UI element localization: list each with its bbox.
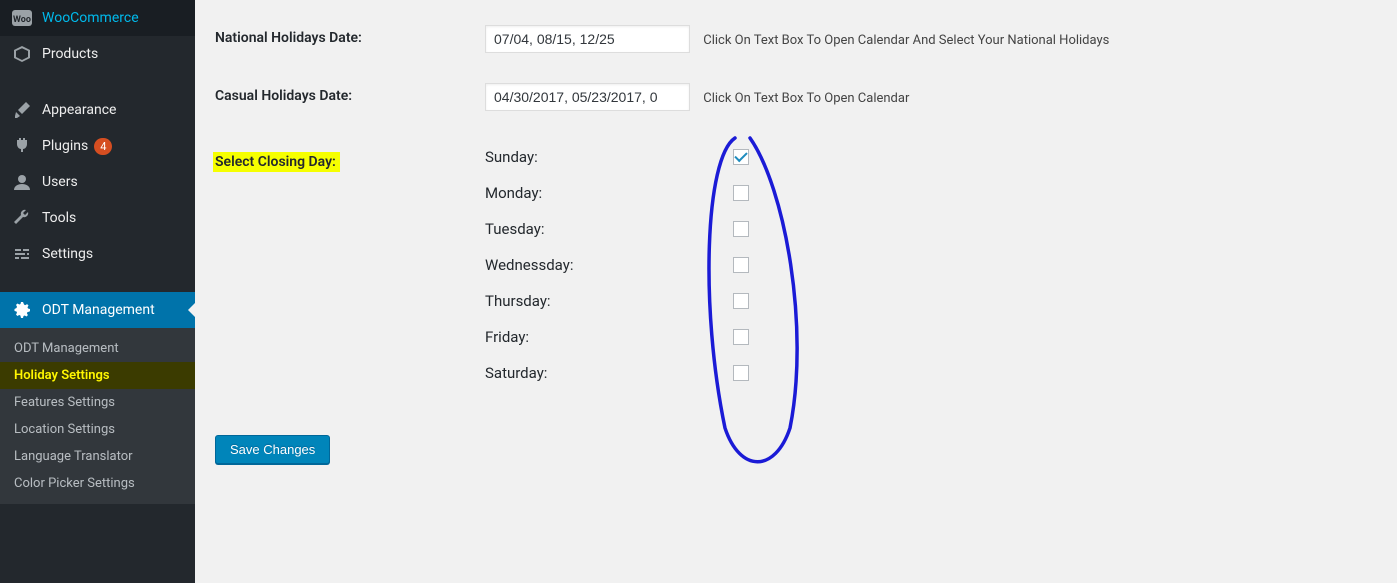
menu-label: Users [42, 174, 78, 190]
closing-day-label: Select Closing Day: [213, 152, 340, 172]
national-holidays-input[interactable] [485, 25, 690, 53]
sliders-icon [12, 244, 32, 264]
sidebar-item-products[interactable]: Products [0, 36, 195, 72]
national-holidays-hint: Click On Text Box To Open Calendar And S… [703, 33, 1109, 48]
plugin-update-badge: 4 [94, 138, 112, 155]
casual-holidays-hint: Click On Text Box To Open Calendar [703, 91, 909, 106]
day-saturday-checkbox[interactable] [733, 365, 749, 381]
sidebar-item-users[interactable]: Users [0, 164, 195, 200]
submenu-odt-management[interactable]: ODT Management [0, 335, 195, 362]
day-wednesday-checkbox[interactable] [733, 257, 749, 273]
svg-text:Woo: Woo [13, 15, 31, 25]
day-monday-label: Monday: [485, 184, 733, 202]
day-thursday-checkbox[interactable] [733, 293, 749, 309]
menu-label: Appearance [42, 102, 116, 118]
national-holidays-label: National Holidays Date: [215, 30, 362, 46]
gear-icon [12, 300, 32, 320]
submenu-language-translator[interactable]: Language Translator [0, 443, 195, 470]
sidebar-item-settings[interactable]: Settings [0, 236, 195, 272]
sidebar-item-plugins[interactable]: Plugins 4 [0, 128, 195, 164]
box-icon [12, 44, 32, 64]
sidebar-item-woocommerce[interactable]: Woo WooCommerce [0, 0, 195, 36]
casual-holidays-label: Casual Holidays Date: [215, 88, 352, 104]
submenu-location-settings[interactable]: Location Settings [0, 416, 195, 443]
sidebar-item-tools[interactable]: Tools [0, 200, 195, 236]
menu-label: ODT Management [42, 302, 155, 318]
day-tuesday-checkbox[interactable] [733, 221, 749, 237]
admin-sidebar: Woo WooCommerce Products Appearance Plug… [0, 0, 195, 583]
odt-submenu: ODT Management Holiday Settings Features… [0, 328, 195, 504]
day-friday-label: Friday: [485, 328, 733, 346]
day-saturday-label: Saturday: [485, 364, 733, 382]
save-button[interactable]: Save Changes [215, 435, 330, 464]
casual-holidays-input[interactable] [485, 83, 690, 111]
day-friday-checkbox[interactable] [733, 329, 749, 345]
sidebar-item-appearance[interactable]: Appearance [0, 92, 195, 128]
day-monday-checkbox[interactable] [733, 185, 749, 201]
day-tuesday-label: Tuesday: [485, 220, 733, 238]
wrench-icon [12, 208, 32, 228]
day-thursday-label: Thursday: [485, 292, 733, 310]
menu-label: Products [42, 46, 98, 62]
user-icon [12, 172, 32, 192]
day-sunday-checkbox[interactable] [733, 149, 749, 165]
sidebar-item-odt-management[interactable]: ODT Management [0, 292, 195, 328]
brush-icon [12, 100, 32, 120]
menu-label: Tools [42, 210, 76, 226]
submenu-holiday-settings[interactable]: Holiday Settings [0, 362, 195, 389]
submenu-features-settings[interactable]: Features Settings [0, 389, 195, 416]
menu-label: WooCommerce [42, 10, 139, 26]
plug-icon [12, 136, 32, 156]
submenu-color-picker-settings[interactable]: Color Picker Settings [0, 470, 195, 497]
day-wednesday-label: Wednessday: [485, 256, 733, 274]
main-content: National Holidays Date: Click On Text Bo… [195, 0, 1397, 583]
day-sunday-label: Sunday: [485, 148, 733, 166]
menu-label: Settings [42, 246, 93, 262]
woo-icon: Woo [12, 8, 32, 28]
menu-label: Plugins [42, 138, 88, 154]
